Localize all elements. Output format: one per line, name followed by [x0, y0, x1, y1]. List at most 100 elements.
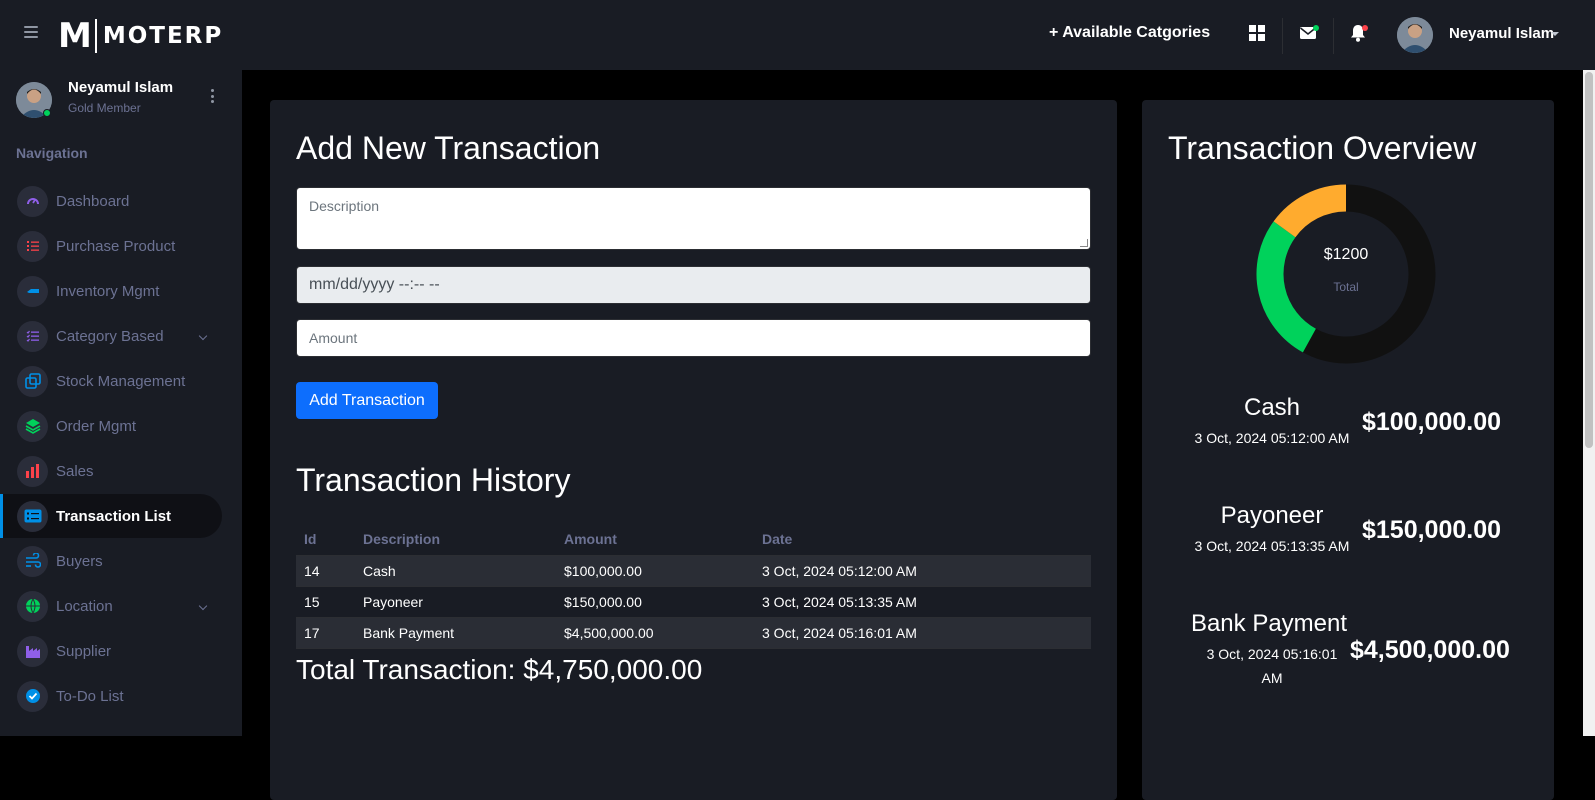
add-transaction-title: Add New Transaction	[296, 130, 601, 166]
overview-entry-date: 3 Oct, 2024 05:12:00 AM	[1194, 430, 1350, 446]
table-cell: Cash	[355, 555, 556, 587]
page-scrollbar[interactable]	[1583, 70, 1595, 736]
sidebar-item-stock-management[interactable]: Stock Management	[0, 359, 222, 403]
checklist-icon	[17, 320, 48, 352]
logo-letter: M	[58, 16, 92, 56]
table-cell: 3 Oct, 2024 05:12:00 AM	[754, 555, 1091, 587]
transaction-history-table: Id Description Amount Date 14 Cash $100,00…	[296, 524, 1091, 649]
add-transaction-button[interactable]: Add Transaction	[296, 382, 438, 419]
wind-icon	[17, 545, 48, 577]
column-header: Id	[296, 524, 355, 556]
overview-entry-date: 3 Oct, 2024 05:16:01	[1206, 646, 1338, 662]
message-indicator-dot	[1313, 25, 1319, 31]
donut-center-label: Total	[1333, 280, 1359, 294]
table-cell: Bank Payment	[355, 617, 556, 649]
table-row[interactable]: 14 Cash $100,000.00 3 Oct, 2024 05:12:00 AM	[296, 555, 1091, 587]
table-cell: 3 Oct, 2024 05:16:01 AM	[754, 617, 1091, 649]
sidebar-item-label: Buyers	[56, 552, 103, 570]
chevron-down-icon[interactable]	[198, 331, 208, 341]
sidebar-item-label: Order Mgmt	[56, 417, 137, 435]
brand-logo[interactable]: M MOTERP	[58, 18, 223, 54]
sidebar-item-to-do-list[interactable]: To-Do List	[0, 674, 222, 718]
sidebar-item-supplier[interactable]: Supplier	[0, 629, 222, 673]
avatar[interactable]	[1397, 17, 1433, 53]
list-icon	[17, 230, 48, 262]
sidebar-item-inventory-mgmt[interactable]: Inventory Mgmt	[0, 269, 222, 313]
available-categories-link[interactable]: + Available Catgories	[1049, 24, 1210, 42]
sidebar-item-label: Inventory Mgmt	[56, 282, 160, 300]
table-row[interactable]: 15 Payoneer $150,000.00 3 Oct, 2024 05:13:3…	[296, 586, 1091, 618]
user-menu[interactable]: Neyamul Islam	[1449, 25, 1554, 42]
table-cell: $150,000.00	[556, 586, 754, 618]
table-cell: $4,500,000.00	[556, 617, 754, 649]
total-transaction: Total Transaction: $4,750,000.00	[296, 654, 703, 685]
overview-entry-name: Cash	[1243, 394, 1301, 421]
table-cell: $100,000.00	[556, 555, 754, 587]
menu-toggle-icon[interactable]	[24, 26, 38, 38]
factory-icon	[17, 635, 48, 667]
table-cell: 15	[296, 586, 355, 618]
overview-entry-amount: $4,500,000.00	[1350, 636, 1510, 664]
online-status-dot	[43, 109, 51, 117]
table-header-row: Id Description Amount Date	[296, 524, 1091, 556]
sidebar-item-label: Sales	[56, 462, 94, 480]
datetime-field[interactable]: mm/dd/yyyy --:-- --	[296, 266, 1091, 304]
globe-icon	[17, 590, 48, 622]
sidebar-item-sales[interactable]: Sales	[0, 449, 222, 493]
chevron-down-icon[interactable]	[198, 601, 208, 611]
bar-chart-icon	[17, 455, 48, 487]
sidebar-item-label: Location	[56, 597, 113, 615]
add-transaction-card: Add New Transaction Description mm/dd/yy…	[270, 100, 1117, 800]
sidebar-item-label: Supplier	[56, 642, 112, 660]
more-options-icon[interactable]	[211, 89, 215, 103]
sidebar-item-purchase-product[interactable]: Purchase Product	[0, 224, 222, 268]
grid-icon[interactable]	[1247, 23, 1267, 43]
sidebar-item-label: Transaction List	[56, 507, 172, 525]
overview-entry-amount: $100,000.00	[1362, 408, 1502, 436]
profile-name: Neyamul Islam	[68, 79, 174, 96]
overview-entry-date: 3 Oct, 2024 05:13:35 AM	[1194, 538, 1350, 554]
overview-entry-name: Bank Payment	[1190, 610, 1348, 637]
toolbar-divider	[1333, 18, 1334, 54]
transaction-history-title: Transaction History	[296, 462, 571, 498]
overview-title: Transaction Overview	[1168, 130, 1477, 166]
table-cell: 14	[296, 555, 355, 587]
logo-divider	[94, 19, 97, 53]
top-navbar: M MOTERP + Available Catgories Neyamul I…	[0, 0, 1595, 70]
overview-entry-amount: $150,000.00	[1362, 516, 1502, 544]
table-cell: 17	[296, 617, 355, 649]
profile-role: Gold Member	[68, 101, 141, 115]
layers-icon	[17, 410, 48, 442]
description-field[interactable]: Description	[296, 187, 1091, 250]
column-header: Amount	[556, 524, 754, 556]
card-list-icon	[17, 500, 48, 532]
transaction-overview-card: Transaction Overview $1200 Total Cash 3 …	[1142, 100, 1554, 800]
scrollbar-thumb[interactable]	[1585, 72, 1593, 448]
sidebar-item-label: Stock Management	[56, 372, 186, 390]
logo-word: MOTERP	[102, 23, 224, 49]
sidebar-item-buyers[interactable]: Buyers	[0, 539, 222, 583]
toolbar-divider	[1282, 18, 1283, 54]
sidebar-item-transaction-list[interactable]: Transaction List	[0, 494, 222, 538]
table-row[interactable]: 17 Bank Payment $4,500,000.00 3 Oct, 2024 0…	[296, 617, 1091, 649]
sidebar-item-label: Category Based	[56, 327, 164, 345]
donut-chart	[1256, 184, 1436, 364]
sidebar-item-location[interactable]: Location	[0, 584, 222, 628]
nav-heading: Navigation	[16, 145, 88, 161]
donut-segment[interactable]	[1273, 184, 1347, 238]
donut-center-value: $1200	[1323, 246, 1369, 263]
speedometer-icon	[17, 185, 48, 217]
sidebar-item-category-based[interactable]: Category Based	[0, 314, 222, 358]
column-header: Date	[754, 524, 1091, 556]
caret-down-icon[interactable]	[1551, 32, 1559, 36]
table-cell: Payoneer	[355, 586, 556, 618]
column-header: Description	[355, 524, 556, 556]
overview-entry-date-suffix: AM	[1261, 670, 1283, 686]
sidebar-item-order-mgmt[interactable]: Order Mgmt	[0, 404, 222, 448]
notification-indicator-dot	[1362, 25, 1368, 31]
inventory-icon	[17, 275, 48, 307]
amount-field[interactable]: Amount	[296, 319, 1091, 357]
donut-segment[interactable]	[1302, 184, 1436, 364]
overview-entry-name: Payoneer	[1220, 502, 1324, 529]
sidebar-item-dashboard[interactable]: Dashboard	[0, 179, 222, 223]
